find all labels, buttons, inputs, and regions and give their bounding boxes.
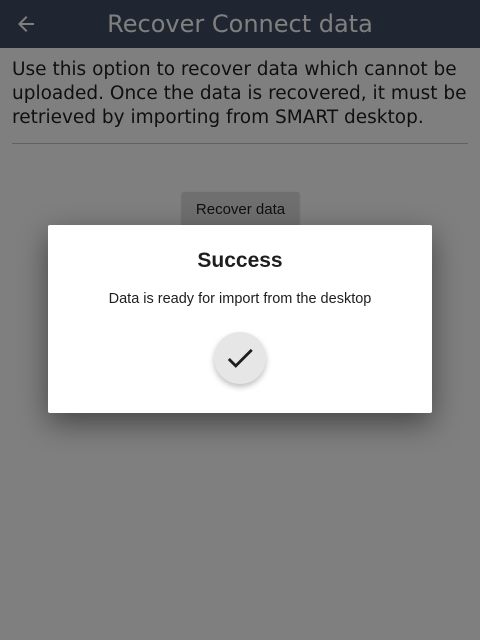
recover-connect-data-screen: Recover Connect data Use this option to … — [0, 0, 480, 640]
dialog-title: Success — [197, 249, 283, 272]
checkmark-icon — [227, 348, 253, 368]
success-dialog: Success Data is ready for import from th… — [48, 225, 432, 413]
dialog-message: Data is ready for import from the deskto… — [108, 291, 372, 307]
confirm-button[interactable] — [214, 332, 266, 384]
